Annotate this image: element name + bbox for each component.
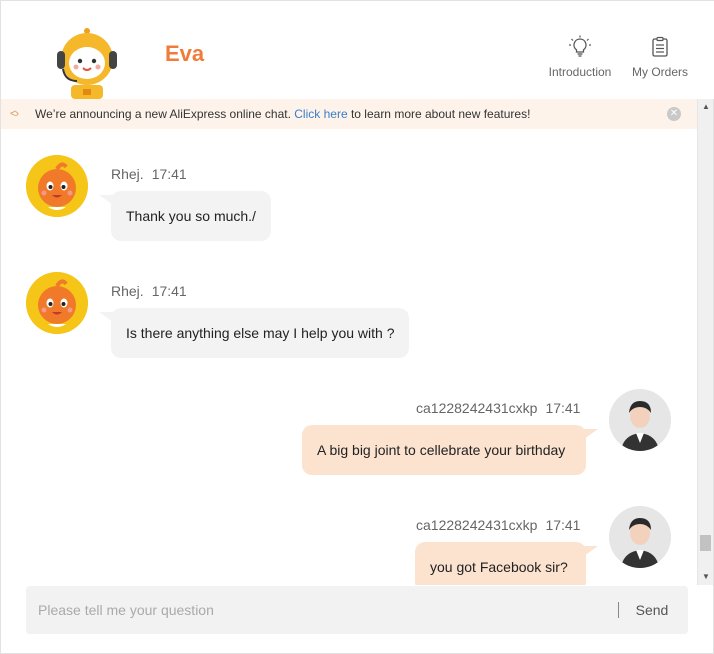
agent-avatar	[26, 272, 88, 334]
sender-name: Rhej.	[111, 166, 144, 182]
chat-header: Eva Introduction My Orders	[1, 1, 714, 99]
code-brackets-icon: <›	[10, 108, 19, 120]
composer-divider	[618, 602, 619, 618]
agent-name: Eva	[165, 41, 205, 66]
scroll-down-arrow-icon[interactable]: ▼	[698, 569, 714, 585]
announcement-text: We’re announcing a new AliExpress online…	[35, 107, 295, 121]
message-bubble: you got Facebook sir?	[415, 542, 586, 585]
scroll-up-arrow-icon[interactable]: ▲	[698, 99, 714, 115]
announcement-bar: <› We’re announcing a new AliExpress onl…	[1, 99, 697, 129]
sender-name: ca1228242431cxkp	[416, 400, 538, 416]
send-button[interactable]: Send	[630, 586, 674, 634]
message-time: 17:41	[545, 400, 581, 416]
message-time: 17:41	[151, 166, 187, 182]
message-meta: ca1228242431cxkp 17:41	[416, 517, 580, 533]
introduction-button[interactable]: Introduction	[545, 35, 615, 79]
user-avatar	[609, 389, 671, 451]
question-input[interactable]	[26, 586, 616, 634]
user-avatar	[609, 506, 671, 568]
message-bubble: Is there anything else may I help you wi…	[111, 308, 410, 358]
message-time: 17:41	[151, 283, 187, 299]
agent-avatar	[26, 155, 88, 217]
message-meta: ca1228242431cxkp 17:41	[416, 400, 580, 416]
message-bubble: A big big joint to cellebrate your birth…	[302, 425, 586, 475]
message-bubble: Thank you so much./	[111, 191, 271, 241]
announcement-text-after: to learn more about new features!	[347, 107, 531, 121]
close-icon[interactable]: ✕	[667, 107, 681, 121]
introduction-label: Introduction	[548, 65, 612, 79]
message-meta: Rhej. 17:41	[111, 166, 187, 182]
lightbulb-icon	[569, 35, 591, 57]
sender-name: ca1228242431cxkp	[416, 517, 538, 533]
sender-name: Rhej.	[111, 283, 144, 299]
scroll-thumb[interactable]	[700, 535, 711, 551]
robot-avatar-icon	[57, 28, 117, 99]
message-scrollbar[interactable]: ▲ ▼	[697, 99, 713, 585]
click-here-link[interactable]: Click here	[294, 107, 347, 121]
message-list: Rhej. 17:41 Thank you so much./ Rhej. 17:4…	[1, 129, 697, 585]
message-meta: Rhej. 17:41	[111, 283, 187, 299]
bubble-tail	[584, 546, 598, 556]
message-time: 17:41	[545, 517, 581, 533]
bubble-tail	[584, 429, 598, 439]
chat-window: Eva Introduction My Orders <› We’re anno…	[0, 0, 714, 654]
my-orders-button[interactable]: My Orders	[627, 35, 693, 79]
clipboard-icon	[652, 36, 668, 57]
my-orders-label: My Orders	[631, 65, 688, 79]
message-composer: Send	[26, 586, 688, 634]
